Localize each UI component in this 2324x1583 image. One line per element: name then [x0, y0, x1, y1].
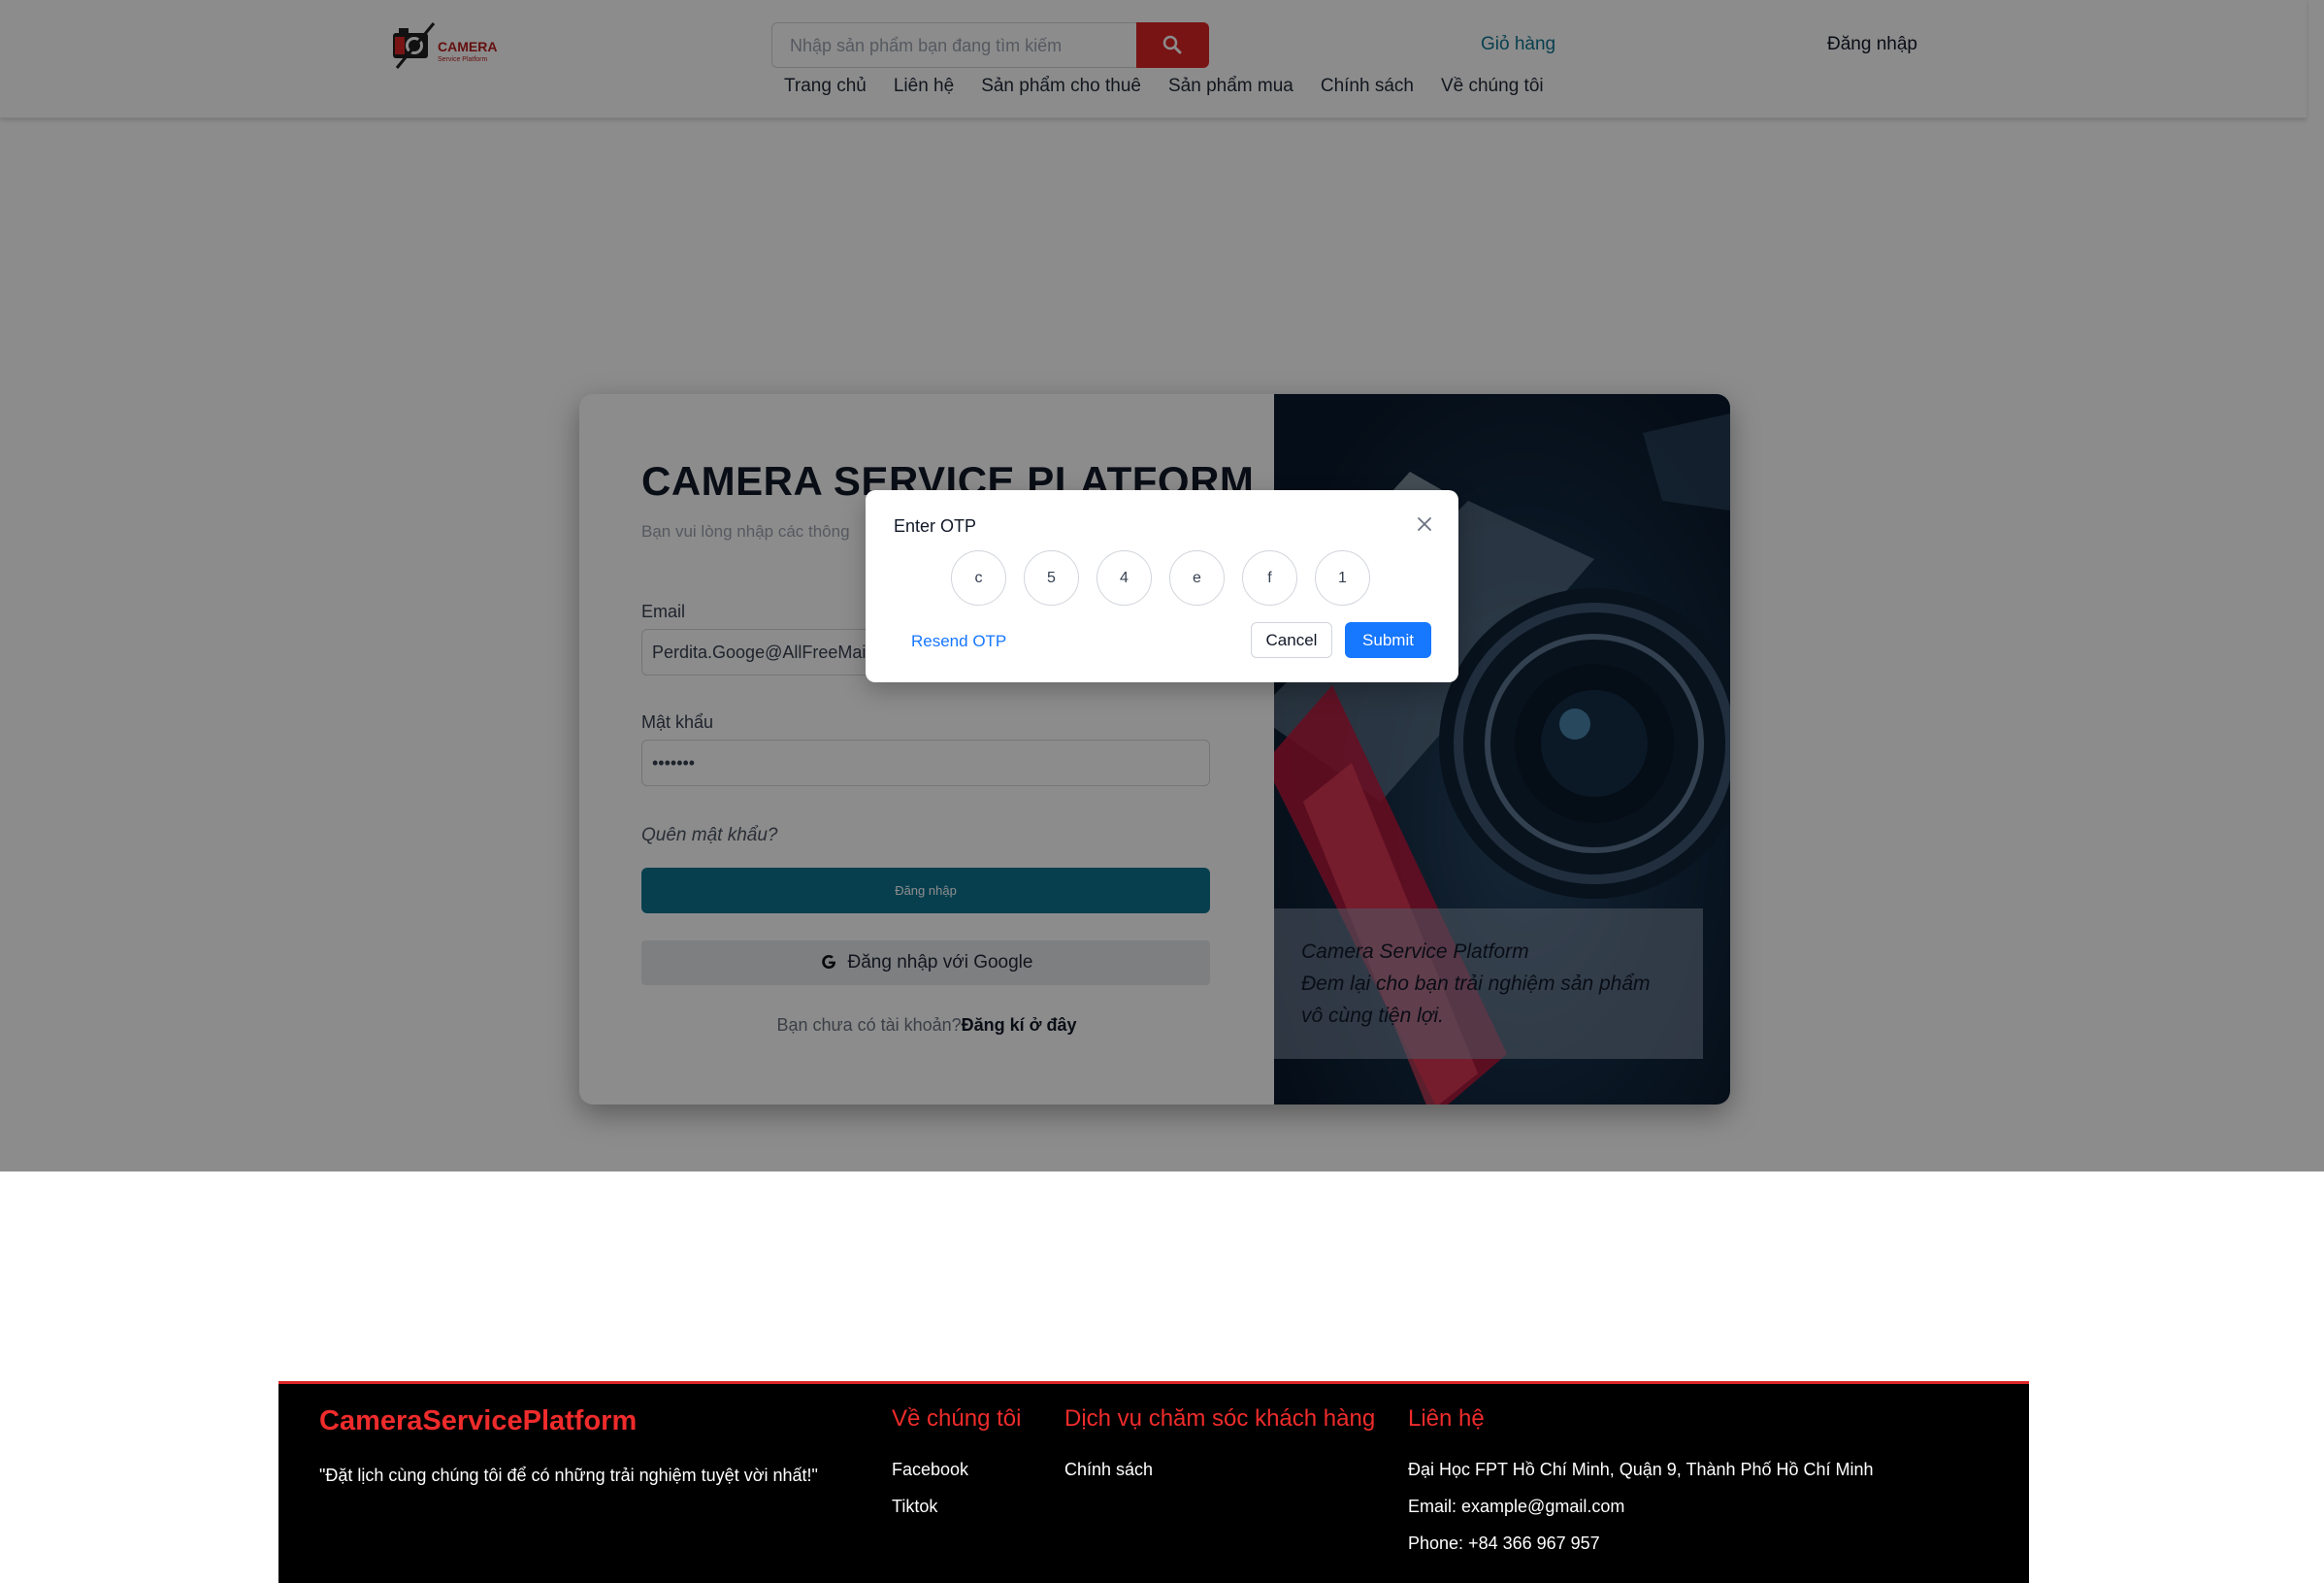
- footer-address: Đại Học FPT Hồ Chí Minh, Quận 9, Thành P…: [1408, 1460, 1874, 1479]
- footer-link-policy[interactable]: Chính sách: [1064, 1460, 1375, 1497]
- otp-digit-input[interactable]: 5: [1024, 550, 1079, 606]
- otp-modal: Enter OTP c 5 4 e f 1 Resend OTP Cancel …: [866, 490, 1458, 682]
- footer-link-tiktok[interactable]: Tiktok: [892, 1497, 1021, 1534]
- otp-digit-input[interactable]: 1: [1315, 550, 1370, 606]
- footer-brand: CameraServicePlatform: [319, 1405, 638, 1436]
- cancel-button[interactable]: Cancel: [1251, 622, 1332, 658]
- footer-phone: Phone: +84 366 967 957: [1408, 1534, 1600, 1553]
- otp-digit-input[interactable]: 4: [1097, 550, 1152, 606]
- otp-digit-input[interactable]: c: [951, 550, 1006, 606]
- footer-contact-heading: Liên hệ: [1408, 1405, 1485, 1432]
- submit-button[interactable]: Submit: [1345, 622, 1431, 658]
- otp-digit-input[interactable]: e: [1169, 550, 1225, 606]
- footer-email: Email: example@gmail.com: [1408, 1497, 1625, 1516]
- footer-about-heading: Về chúng tôi: [892, 1405, 1022, 1432]
- modal-title: Enter OTP: [894, 516, 977, 536]
- footer-care-column: Dịch vụ chăm sóc khách hàng Chính sách: [1064, 1405, 1375, 1497]
- close-icon[interactable]: [1414, 513, 1435, 535]
- footer-about-column: Về chúng tôi Facebook Tiktok: [892, 1405, 1021, 1534]
- otp-digit-input[interactable]: f: [1242, 550, 1297, 606]
- footer-tagline: "Đặt lịch cùng chúng tôi để có những trả…: [319, 1466, 818, 1485]
- footer-link-facebook[interactable]: Facebook: [892, 1460, 1021, 1497]
- resend-otp-link[interactable]: Resend OTP: [911, 632, 1006, 651]
- footer-contact-column: Liên hệ Đại Học FPT Hồ Chí Minh, Quận 9,…: [1408, 1405, 1874, 1570]
- site-footer: CameraServicePlatform "Đặt lịch cùng chú…: [278, 1381, 2029, 1583]
- otp-input-group: c 5 4 e f 1: [951, 550, 1370, 606]
- footer-care-heading: Dịch vụ chăm sóc khách hàng: [1064, 1405, 1376, 1432]
